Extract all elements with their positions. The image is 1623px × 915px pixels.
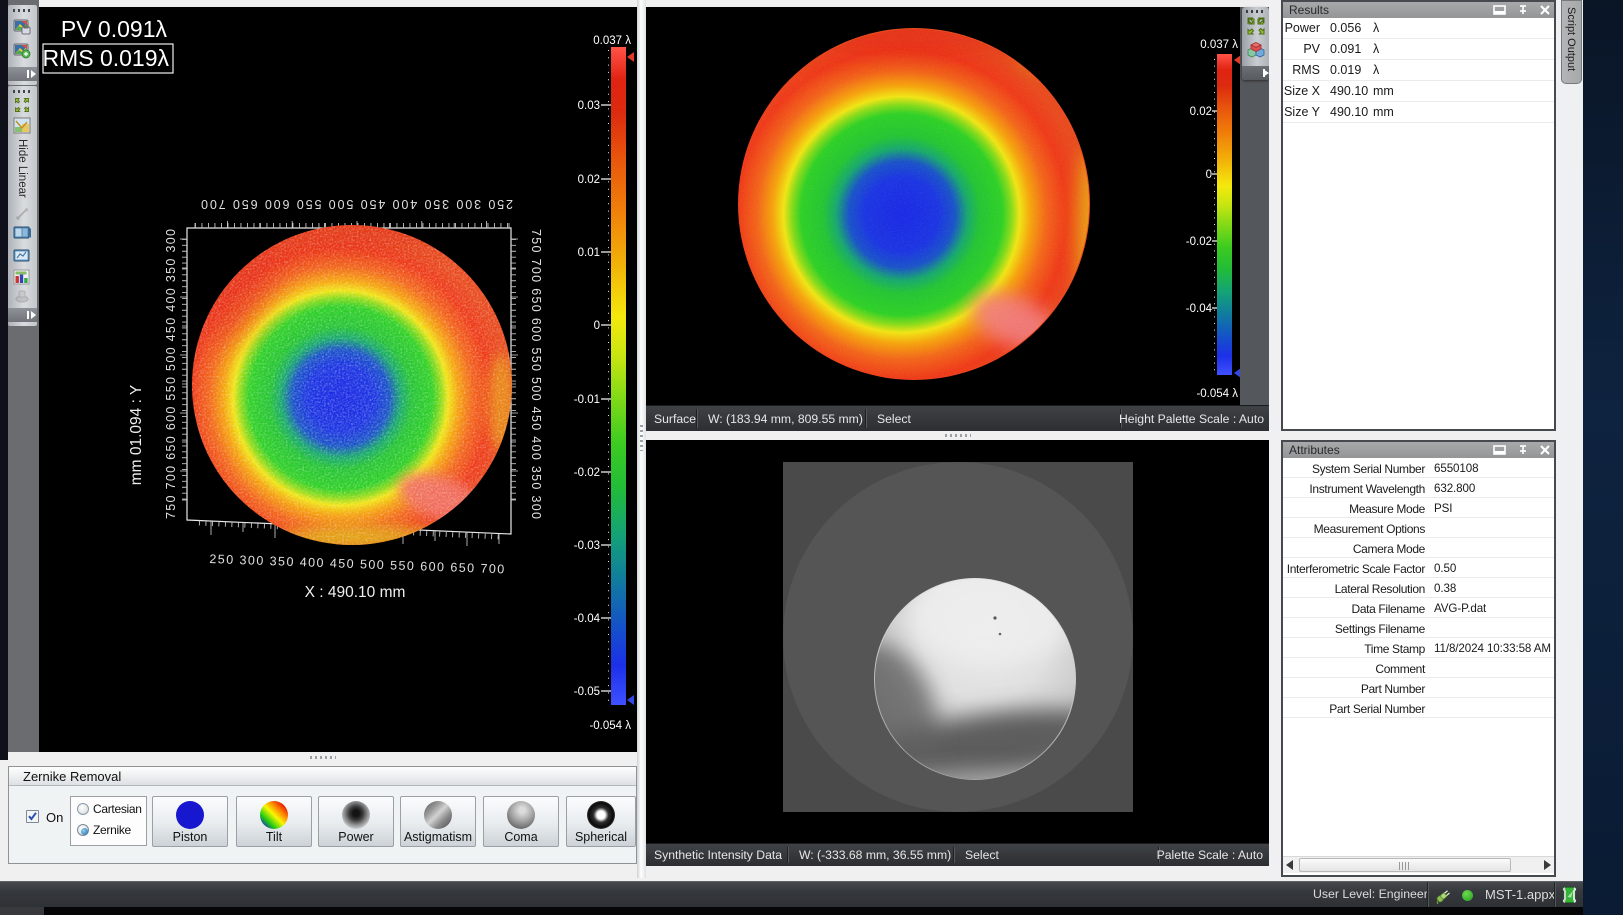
- svg-text:-0.01: -0.01: [574, 394, 600, 406]
- svg-text:0.01: 0.01: [578, 247, 600, 259]
- svg-text:250 300 350 400 450 500 550 60: 250 300 350 400 450 500 550 600 650 700: [209, 552, 504, 576]
- svg-text:-0.04: -0.04: [574, 613, 601, 625]
- svg-text:-0.03: -0.03: [574, 540, 600, 552]
- svg-text:0: 0: [1206, 169, 1212, 181]
- svg-text:-0.05: -0.05: [574, 686, 600, 698]
- svg-text:0.037 λ: 0.037 λ: [1200, 39, 1238, 51]
- svg-text:0.02: 0.02: [1190, 106, 1212, 118]
- svg-text:-0.04: -0.04: [1186, 303, 1213, 315]
- svg-text:-0.02: -0.02: [1186, 236, 1212, 248]
- svg-text:PV 0.091λ: PV 0.091λ: [61, 16, 168, 42]
- svg-text:750 700 650 600 550 500 450 40: 750 700 650 600 550 500 450 400 350 300: [164, 229, 178, 519]
- svg-text:0.037 λ: 0.037 λ: [593, 35, 631, 47]
- svg-text:-0.054 λ: -0.054 λ: [589, 720, 631, 732]
- svg-text:mm 01.094 : Y: mm 01.094 : Y: [128, 385, 145, 486]
- svg-text:-0.054 λ: -0.054 λ: [1196, 388, 1238, 400]
- svg-text:0.02: 0.02: [578, 174, 600, 186]
- svg-text:RMS 0.019λ: RMS 0.019λ: [42, 45, 169, 71]
- svg-text:0.03: 0.03: [578, 100, 600, 112]
- svg-text:X : 490.10 mm: X : 490.10 mm: [305, 584, 406, 601]
- svg-text:750 700 650 600 550 500 450 40: 750 700 650 600 550 500 450 400 350 300: [529, 229, 543, 519]
- svg-text:250 300 350 400 450 500 550 60: 250 300 350 400 450 500 550 600 650 700: [201, 197, 513, 211]
- svg-text:0: 0: [594, 320, 600, 332]
- svg-text:-0.02: -0.02: [574, 467, 600, 479]
